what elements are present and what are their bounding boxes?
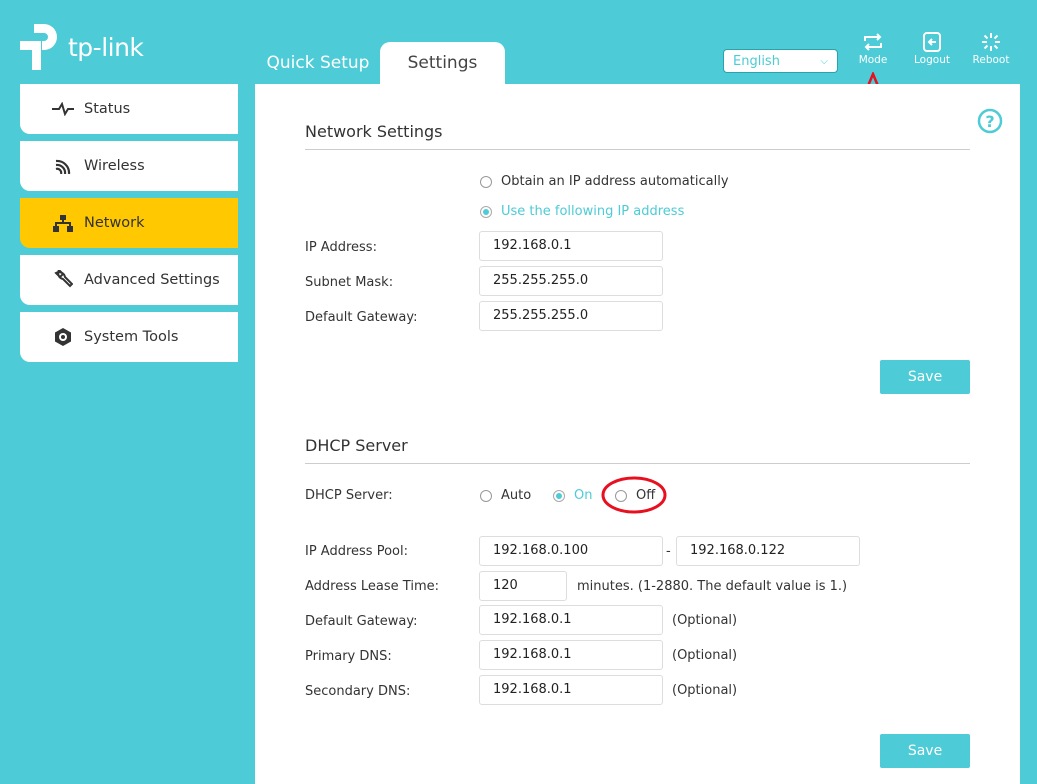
optional-note: (Optional) (672, 648, 738, 663)
ip-pool-label: IP Address Pool: (305, 544, 408, 559)
sidebar-item-status[interactable]: Status (20, 84, 238, 134)
tab-settings[interactable]: Settings (380, 42, 505, 84)
sidebar-item-label: Wireless (84, 158, 145, 174)
radio-label: Use the following IP address (501, 204, 685, 219)
logout-icon (923, 32, 941, 52)
sidebar-item-label: Status (84, 101, 131, 117)
ip-pool-end-input[interactable]: 192.168.0.122 (676, 536, 860, 566)
language-select[interactable]: English ⌵ (723, 49, 838, 73)
lease-time-label: Address Lease Time: (305, 579, 439, 594)
divider (305, 463, 970, 464)
primary-dns-input[interactable]: 192.168.0.1 (479, 640, 663, 670)
primary-dns-label: Primary DNS: (305, 649, 392, 664)
svg-text:?: ? (985, 112, 994, 131)
network-icon (53, 214, 73, 232)
mode-label: Mode (858, 54, 888, 66)
optional-note: (Optional) (672, 613, 738, 628)
sidebar-item-label: Network (84, 215, 145, 231)
radio-use-following[interactable]: Use the following IP address (480, 204, 684, 219)
network-settings-title: Network Settings (305, 122, 443, 141)
logout-button[interactable]: Logout (907, 32, 957, 66)
dhcp-server-label: DHCP Server: (305, 488, 393, 503)
pool-separator: - (666, 544, 671, 559)
logout-label: Logout (914, 54, 950, 66)
ip-pool-start-input[interactable]: 192.168.0.100 (479, 536, 663, 566)
reboot-label: Reboot (972, 54, 1010, 66)
radio-dhcp-auto[interactable]: Auto (480, 488, 531, 503)
ip-address-input[interactable]: 192.168.0.1 (479, 231, 663, 261)
lease-time-note: minutes. (1-2880. The default value is 1… (577, 579, 848, 594)
save-button[interactable]: Save (880, 360, 970, 394)
lease-time-input[interactable]: 120 (479, 571, 567, 601)
wrench-icon (54, 270, 73, 288)
default-gateway-label: Default Gateway: (305, 310, 418, 325)
mode-switch-icon (864, 33, 882, 51)
gear-icon (55, 328, 71, 346)
divider (305, 149, 970, 150)
radio-label: Obtain an IP address automatically (501, 174, 729, 189)
annotation-circle (601, 476, 667, 514)
ip-address-label: IP Address: (305, 240, 377, 255)
subnet-mask-label: Subnet Mask: (305, 275, 394, 290)
radio-dhcp-on[interactable]: On (553, 488, 592, 503)
brand-name: tp-link (68, 32, 144, 62)
dhcp-gateway-label: Default Gateway: (305, 614, 418, 629)
radio-obtain-auto[interactable]: Obtain an IP address automatically (480, 174, 729, 189)
dhcp-gateway-input[interactable]: 192.168.0.1 (479, 605, 663, 635)
sidebar-item-system-tools[interactable]: System Tools (20, 312, 238, 362)
reboot-button[interactable]: Reboot (966, 32, 1016, 66)
sidebar-item-network[interactable]: Network (20, 198, 238, 248)
dhcp-save-button[interactable]: Save (880, 734, 970, 768)
language-value: English (733, 53, 780, 69)
radio-label: On (574, 488, 593, 503)
wifi-icon (55, 159, 71, 174)
subnet-mask-input[interactable]: 255.255.255.0 (479, 266, 663, 296)
sidebar-item-label: Advanced Settings (84, 272, 220, 288)
mode-button[interactable]: Mode (848, 32, 898, 66)
radio-label: Auto (501, 488, 532, 503)
sidebar-item-advanced-settings[interactable]: Advanced Settings (20, 255, 238, 305)
reboot-icon (982, 33, 1000, 51)
tp-link-logo: tp-link (20, 22, 144, 72)
pulse-icon (52, 102, 74, 116)
default-gateway-input[interactable]: 255.255.255.0 (479, 301, 663, 331)
tab-quick-setup[interactable]: Quick Setup (262, 42, 374, 84)
help-icon[interactable]: ? (977, 108, 1003, 134)
secondary-dns-label: Secondary DNS: (305, 684, 411, 699)
sidebar-item-wireless[interactable]: Wireless (20, 141, 238, 191)
dhcp-server-title: DHCP Server (305, 436, 408, 455)
optional-note: (Optional) (672, 683, 738, 698)
sidebar-item-label: System Tools (84, 329, 179, 345)
chevron-down-icon: ⌵ (820, 55, 828, 67)
secondary-dns-input[interactable]: 192.168.0.1 (479, 675, 663, 705)
